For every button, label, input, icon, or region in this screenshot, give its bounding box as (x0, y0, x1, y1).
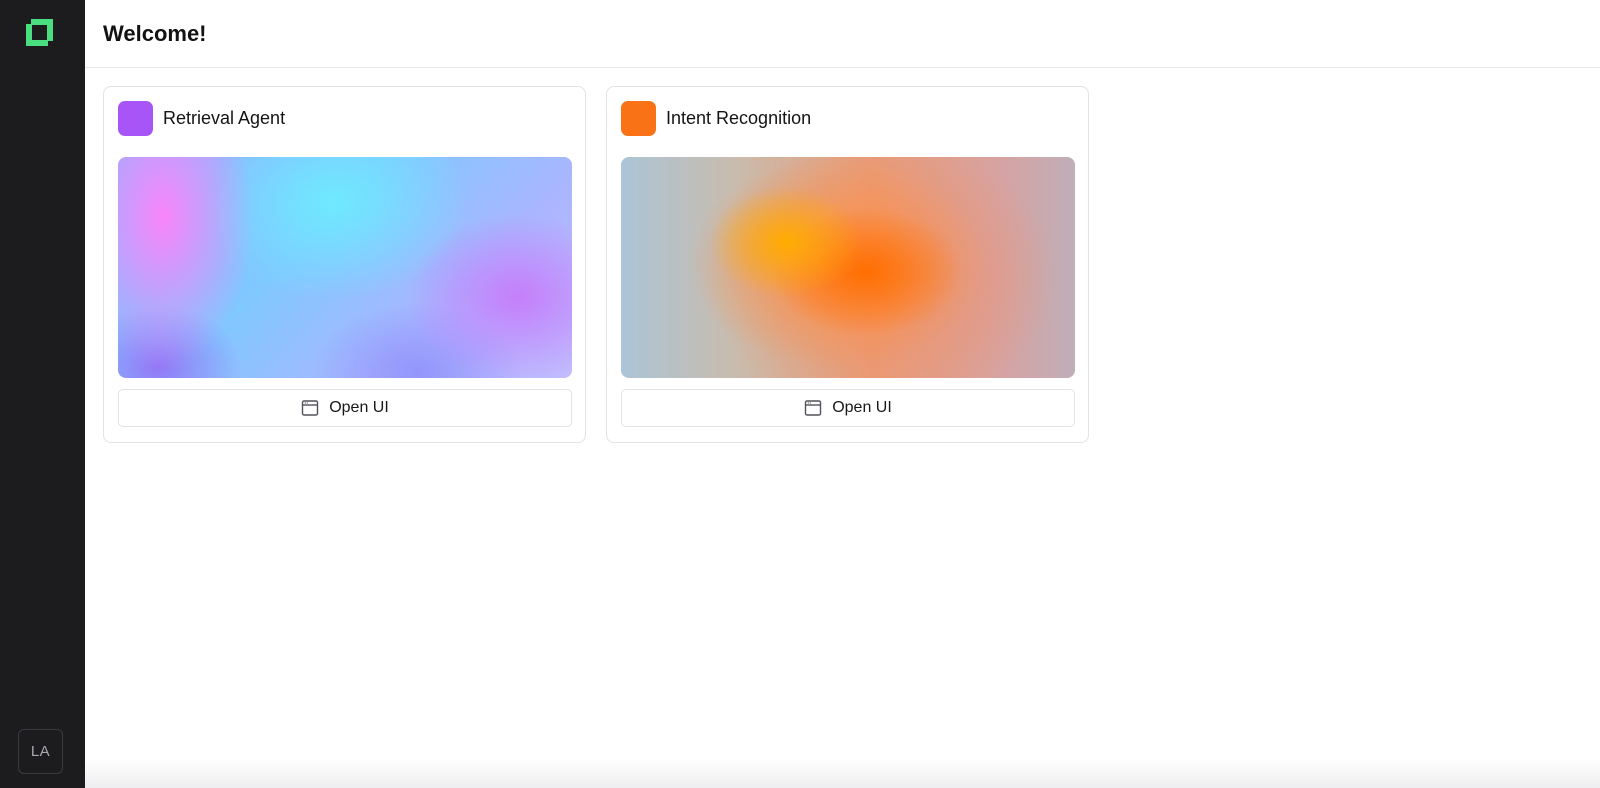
avatar-initials: LA (30, 743, 51, 760)
card-preview-image (118, 157, 572, 378)
main-content: Welcome! Retrieval Agent Open UI Intent … (85, 0, 1600, 788)
browser-window-icon (805, 400, 822, 416)
bottom-fade (85, 758, 1600, 788)
card-title: Intent Recognition (666, 108, 812, 128)
card-color-swatch (118, 101, 153, 136)
card-header: Retrieval Agent (118, 101, 285, 136)
card-title: Retrieval Agent (163, 108, 286, 128)
browser-window-icon (302, 400, 319, 416)
app-logo-icon[interactable] (25, 18, 54, 47)
sidebar: LA (0, 0, 85, 788)
card-color-swatch (621, 101, 656, 136)
open-ui-button[interactable]: Open UI (621, 389, 1075, 427)
app-card-retrieval-agent: Retrieval Agent Open UI (103, 86, 586, 443)
user-avatar[interactable]: LA (18, 729, 63, 774)
open-ui-label: Open UI (832, 399, 892, 416)
card-header: Intent Recognition (621, 101, 811, 136)
page-header: Welcome! (85, 0, 1600, 68)
card-preview-image (621, 157, 1075, 378)
app-card-list: Retrieval Agent Open UI Intent Recogniti… (103, 86, 1089, 443)
page-title: Welcome! (103, 20, 207, 46)
app-root: LA Welcome! Retrieval Agent Open UI Inte… (0, 0, 1600, 788)
open-ui-button[interactable]: Open UI (118, 389, 572, 427)
open-ui-label: Open UI (329, 399, 389, 416)
app-card-intent-recognition: Intent Recognition Open UI (606, 86, 1089, 443)
